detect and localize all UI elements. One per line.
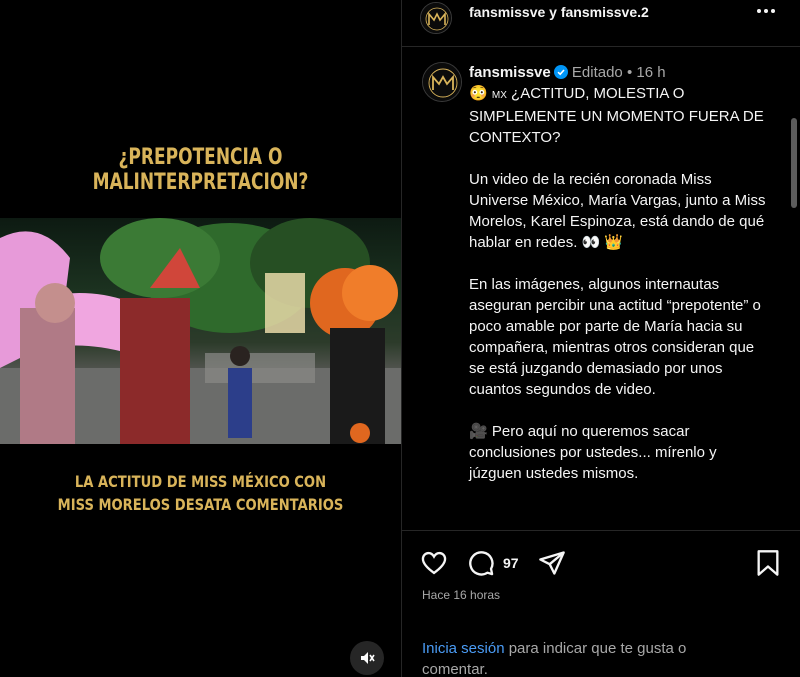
scrollbar-thumb[interactable]: [791, 118, 797, 208]
login-link[interactable]: Inicia sesión: [422, 640, 505, 657]
caption-paragraph-4: 🎥 Pero aquí no queremos sacar conclusion…: [469, 421, 769, 484]
eyes-crown-emojis: 👀 👑: [581, 234, 624, 251]
mute-button[interactable]: [350, 641, 384, 675]
brand-logo-icon: [421, 3, 451, 33]
send-icon[interactable]: [538, 549, 566, 577]
caption-title-text: ¿ACTITUD, MOLESTIA O SIMPLEMENTE UN MOME…: [469, 85, 764, 146]
brand-logo-icon: [423, 63, 461, 101]
heart-icon[interactable]: [420, 549, 448, 577]
video-frame[interactable]: [0, 218, 401, 444]
caption-header: fansmissve Editado • 16 h: [469, 62, 769, 83]
media-headline-top: ¿PREPOTENCIA O MALINTERPRETACION?: [92, 145, 309, 195]
post-authors[interactable]: fansmissve y fansmissve.2: [469, 4, 649, 20]
login-prompt: Inicia sesión para indicar que te gusta …: [422, 638, 752, 677]
post-header: fansmissve y fansmissve.2: [402, 0, 800, 47]
comment-count[interactable]: 97: [503, 555, 519, 571]
author-avatar-small[interactable]: [420, 2, 452, 34]
media-headline-bottom-line1: LA ACTITUD DE MISS MÉXICO CON: [74, 472, 327, 491]
post-side-panel: fansmissve y fansmissve.2 fansmissve Edi…: [401, 0, 800, 677]
video-frame-illustration: [0, 218, 401, 444]
post-caption: fansmissve Editado • 16 h 😳 MX ¿ACTITUD,…: [402, 48, 800, 528]
post-actions: 97 Hace 16 horas Inicia sesión para indi…: [402, 530, 800, 677]
caption-text: fansmissve Editado • 16 h 😳 MX ¿ACTITUD,…: [469, 62, 769, 484]
camera-emoji: 🎥: [469, 423, 488, 440]
meta-separator: •: [626, 64, 633, 81]
caption-scrollbar[interactable]: [791, 108, 797, 528]
caption-title: 😳 MX ¿ACTITUD, MOLESTIA O SIMPLEMENTE UN…: [469, 83, 769, 148]
edited-label: Editado: [571, 64, 623, 81]
bookmark-icon[interactable]: [755, 549, 781, 577]
media-headline-bottom: LA ACTITUD DE MISS MÉXICO CON MISS MOREL…: [36, 470, 365, 516]
mexico-flag-label: MX: [491, 90, 507, 101]
caption-paragraph-3: En las imágenes, algunos internautas ase…: [469, 276, 761, 398]
flushed-emoji: 😳: [469, 85, 488, 102]
comment-icon[interactable]: [467, 549, 495, 577]
post-media[interactable]: ¿PREPOTENCIA O MALINTERPRETACION? LA ACT…: [0, 0, 401, 677]
post-age[interactable]: 16 h: [636, 64, 665, 81]
caption-username[interactable]: fansmissve: [469, 64, 551, 81]
caption-paragraph-2: Un video de la recién coronada Miss Univ…: [469, 169, 769, 253]
media-headline-bottom-line2: MISS MORELOS DESATA COMENTARIOS: [57, 495, 344, 514]
caption-paragraph-4-text: Pero aquí no queremos sacar conclusiones…: [469, 423, 717, 482]
verified-badge-icon: [553, 65, 568, 79]
speaker-muted-icon: [361, 652, 375, 664]
author-avatar[interactable]: [422, 62, 462, 102]
more-horizontal-icon[interactable]: [755, 3, 777, 19]
post-timestamp[interactable]: Hace 16 horas: [422, 588, 500, 602]
